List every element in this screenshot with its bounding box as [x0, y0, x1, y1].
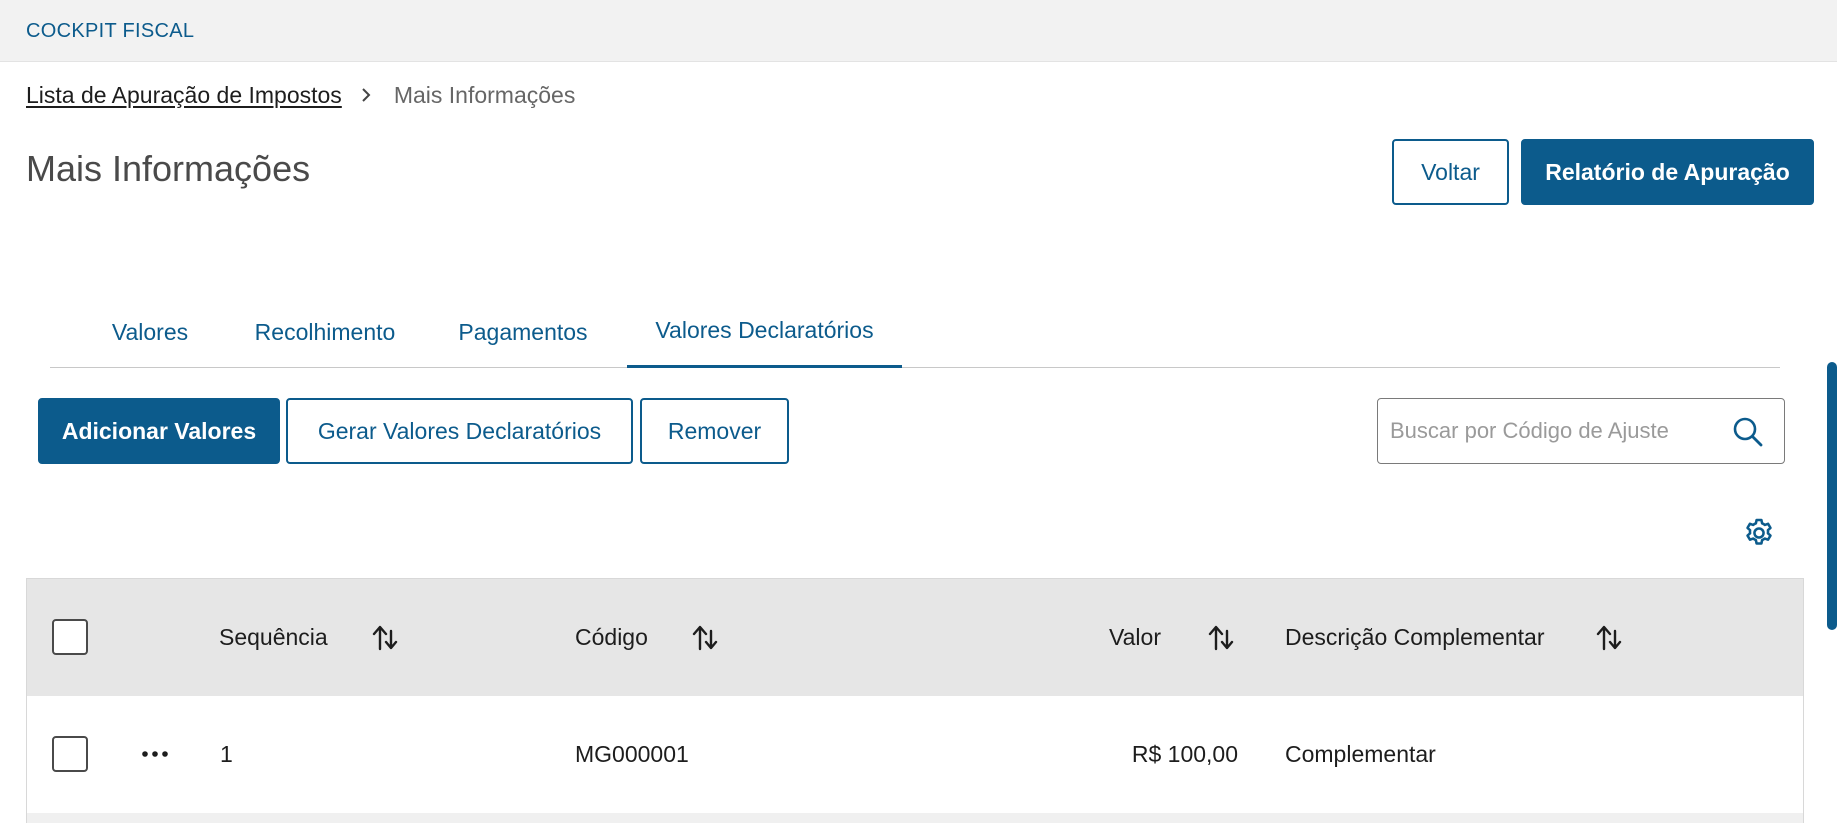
search-box	[1377, 398, 1785, 464]
table-header: Sequência Código Valor Descrição Complem…	[27, 579, 1803, 696]
breadcrumb-current: Mais Informações	[393, 81, 576, 108]
column-header-valor[interactable]: Valor	[1109, 579, 1161, 696]
sort-arrows-icon[interactable]	[1595, 623, 1623, 653]
column-header-descricao[interactable]: Descrição Complementar	[1285, 579, 1544, 696]
remove-button[interactable]: Remover	[640, 398, 789, 464]
tab-valores[interactable]: Valores	[90, 296, 210, 368]
tab-valores-declaratorios[interactable]: Valores Declaratórios	[627, 296, 902, 368]
sort-arrows-icon[interactable]	[691, 623, 719, 653]
declaratory-values-table: Sequência Código Valor Descrição Complem…	[26, 578, 1804, 823]
back-button[interactable]: Voltar	[1392, 139, 1509, 205]
cell-codigo: MG000001	[575, 741, 689, 767]
tab-pagamentos[interactable]: Pagamentos	[442, 296, 604, 368]
cell-descricao: Complementar	[1285, 741, 1436, 767]
more-horizontal-icon[interactable]	[141, 748, 169, 760]
gear-icon[interactable]	[1742, 516, 1776, 550]
tab-bar: Valores Recolhimento Pagamentos Valores …	[50, 296, 1780, 368]
column-header-sequencia[interactable]: Sequência	[219, 579, 328, 696]
chevron-right-icon	[360, 86, 372, 104]
cell-sequencia: 1	[220, 741, 233, 767]
sort-arrows-icon[interactable]	[371, 623, 399, 653]
page-title: Mais Informações	[26, 148, 311, 189]
tab-recolhimento[interactable]: Recolhimento	[236, 296, 414, 368]
select-all-checkbox[interactable]	[52, 619, 88, 655]
row-checkbox[interactable]	[52, 736, 88, 772]
table-row[interactable]: 1 MG000001 R$ 100,00 Complementar	[27, 696, 1803, 813]
report-button[interactable]: Relatório de Apuração	[1521, 139, 1814, 205]
breadcrumb: Lista de Apuração de Impostos Mais Infor…	[26, 80, 575, 110]
search-input[interactable]	[1390, 399, 1720, 463]
breadcrumb-link-parent[interactable]: Lista de Apuração de Impostos	[26, 82, 342, 109]
top-bar: COCKPIT FISCAL	[0, 0, 1837, 62]
sort-arrows-icon[interactable]	[1207, 623, 1235, 653]
app-title: COCKPIT FISCAL	[26, 20, 195, 42]
cell-valor: R$ 100,00	[1131, 741, 1238, 767]
search-icon[interactable]	[1732, 416, 1764, 448]
table-row-partial	[27, 813, 1803, 823]
column-header-codigo[interactable]: Código	[575, 579, 648, 696]
vertical-scrollbar[interactable]	[1827, 362, 1837, 630]
generate-declaratory-values-button[interactable]: Gerar Valores Declaratórios	[286, 398, 633, 464]
add-values-button[interactable]: Adicionar Valores	[38, 398, 280, 464]
